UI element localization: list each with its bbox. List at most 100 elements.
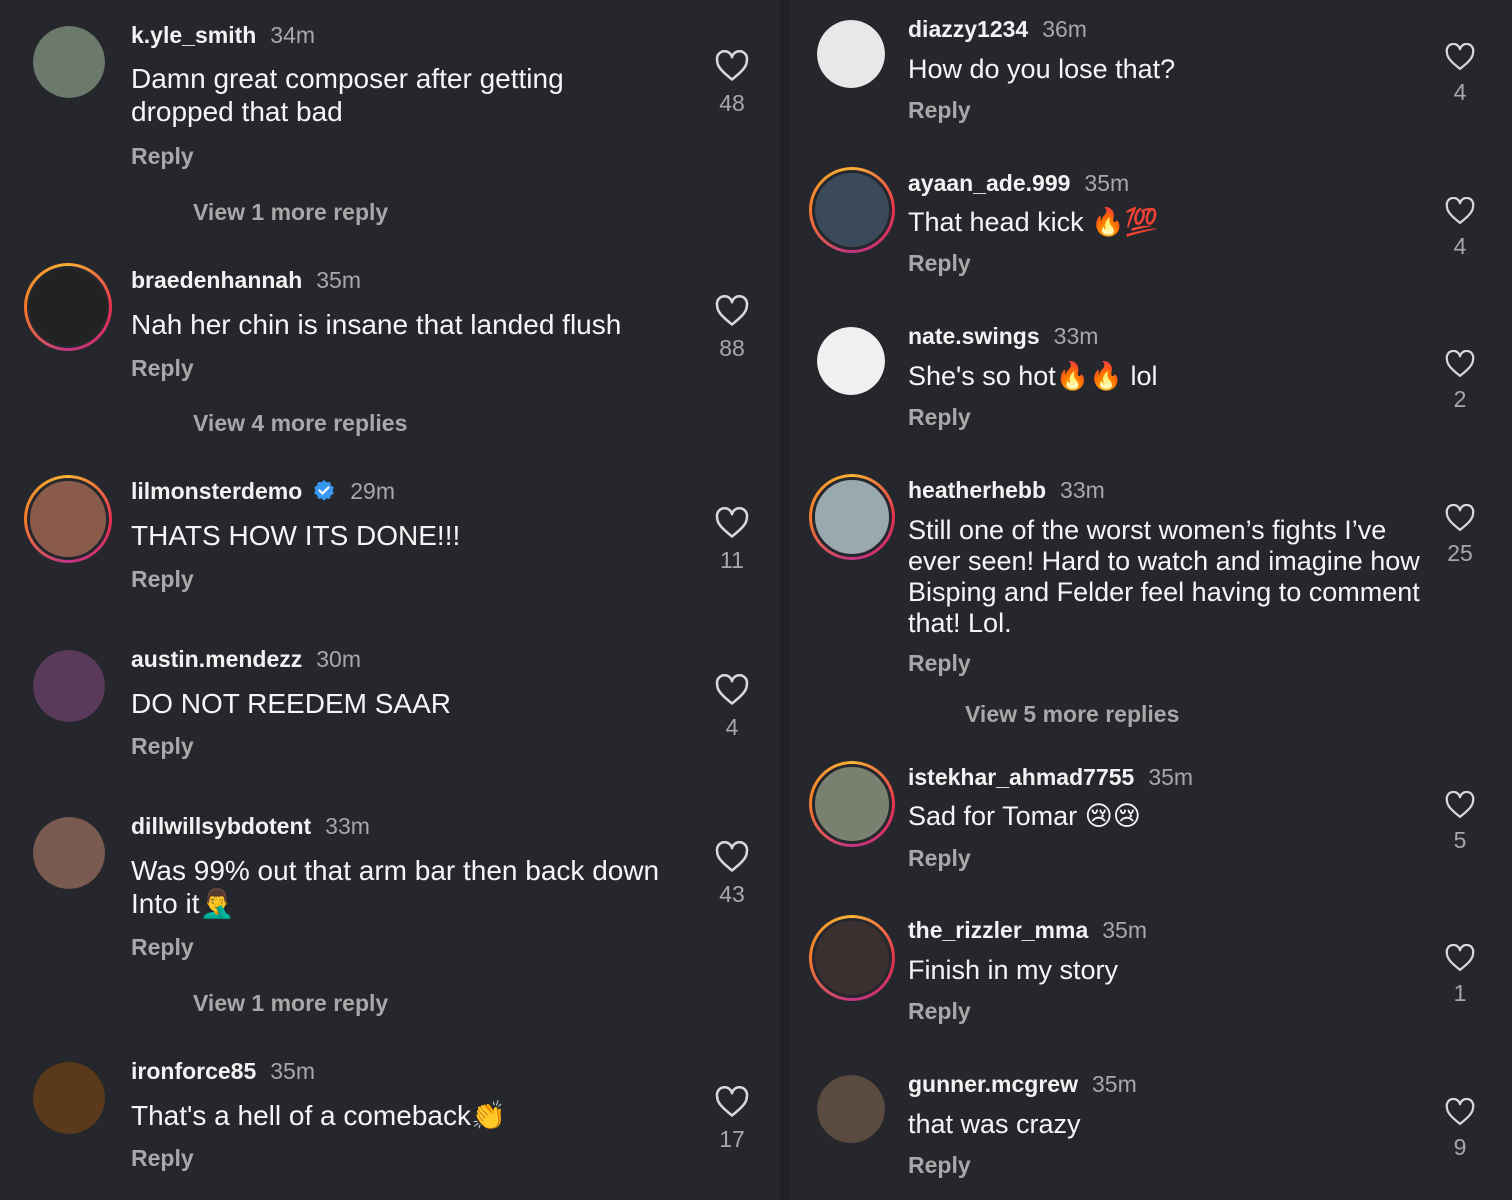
comment-text: THATS HOW ITS DONE!!! <box>131 520 461 551</box>
like-count: 4 <box>1453 79 1467 105</box>
comment-text: Damn great composer after getting droppe… <box>131 63 564 127</box>
username[interactable]: gunner.mcgrew <box>908 1071 1078 1097</box>
username[interactable]: austin.mendezz <box>131 646 302 672</box>
like-button[interactable]: 43 <box>702 841 762 908</box>
like-count: 5 <box>1453 827 1467 853</box>
like-button[interactable]: 25 <box>1430 504 1490 567</box>
comment-text-body: That's a hell of a comeback <box>131 1100 471 1131</box>
timestamp: 33m <box>1060 477 1105 503</box>
timestamp: 33m <box>1053 323 1099 349</box>
avatar[interactable] <box>33 26 105 98</box>
avatar[interactable] <box>24 475 112 563</box>
fire-hundred-emoji: 🔥💯 <box>1091 207 1159 238</box>
avatar-image <box>27 266 109 348</box>
avatar[interactable] <box>817 1075 885 1143</box>
like-button[interactable]: 11 <box>702 507 762 574</box>
username[interactable]: nate.swings <box>908 323 1040 349</box>
like-button[interactable]: 4 <box>1430 197 1490 260</box>
comment-text: Finish in my story <box>908 955 1119 985</box>
avatar-image <box>817 20 885 88</box>
avatar[interactable] <box>817 20 885 88</box>
comment-header: nate.swings 33m <box>908 323 1098 350</box>
heart-icon <box>715 295 749 326</box>
like-count: 4 <box>1453 233 1467 259</box>
timestamp: 35m <box>1091 1071 1137 1097</box>
comments-panel-right: diazzy1234 36m How do you lose that? Repl… <box>790 0 1512 1200</box>
comment-header: ironforce85 35m <box>131 1058 315 1085</box>
comment-header: dillwillsybdotent 33m <box>131 813 370 840</box>
username[interactable]: k.yle_smith <box>131 22 256 48</box>
comment-text: Was 99% out that arm bar then back down … <box>131 854 676 920</box>
avatar[interactable] <box>809 761 895 847</box>
username[interactable]: the_rizzler_mma <box>908 917 1088 943</box>
avatar-image <box>33 650 105 722</box>
avatar-image <box>812 477 892 557</box>
username[interactable]: ayaan_ade.999 <box>908 170 1070 196</box>
avatar[interactable] <box>809 474 895 560</box>
heart-icon <box>715 674 749 705</box>
avatar[interactable] <box>33 650 105 722</box>
heart-icon <box>715 50 749 81</box>
username[interactable]: heatherhebb <box>908 477 1046 503</box>
avatar[interactable] <box>33 817 105 889</box>
like-button[interactable]: 9 <box>1430 1098 1490 1161</box>
like-button[interactable]: 48 <box>702 50 762 117</box>
reply-button[interactable]: Reply <box>908 998 971 1025</box>
comment-text: DO NOT REEDEM SAAR <box>131 688 451 719</box>
clapping-emoji: 👏 <box>470 1099 506 1132</box>
avatar[interactable] <box>809 167 895 253</box>
avatar[interactable] <box>817 327 885 395</box>
reply-button[interactable]: Reply <box>131 355 194 382</box>
view-more-replies[interactable]: View 1 more reply <box>193 990 388 1017</box>
comment-header: k.yle_smith 34m <box>131 22 315 49</box>
like-button[interactable]: 1 <box>1430 944 1490 1007</box>
like-button[interactable]: 4 <box>1430 43 1490 106</box>
like-button[interactable]: 17 <box>702 1086 762 1153</box>
reply-button[interactable]: Reply <box>908 404 971 431</box>
username[interactable]: istekhar_ahmad7755 <box>908 764 1134 790</box>
comment-text: Sad for Tomar 😢😢 <box>908 801 1408 832</box>
comment-text: Still one of the worst women’s fights I’… <box>908 515 1420 638</box>
heart-icon <box>715 507 749 538</box>
username[interactable]: lilmonsterdemo <box>131 478 302 504</box>
like-count: 11 <box>720 547 744 573</box>
reply-button[interactable]: Reply <box>908 845 971 872</box>
username[interactable]: diazzy1234 <box>908 16 1028 42</box>
avatar[interactable] <box>809 915 895 1001</box>
timestamp: 35m <box>316 267 362 293</box>
avatar[interactable] <box>24 263 112 351</box>
timestamp: 35m <box>1148 764 1194 790</box>
comment-header: austin.mendezz 30m <box>131 646 361 673</box>
avatar-image <box>817 1075 885 1143</box>
reply-button[interactable]: Reply <box>131 733 194 760</box>
comment-text-body: Sad for Tomar <box>908 801 1078 831</box>
view-more-replies[interactable]: View 4 more replies <box>193 410 407 437</box>
view-more-replies[interactable]: View 5 more replies <box>965 701 1179 728</box>
reply-button[interactable]: Reply <box>131 934 194 961</box>
reply-button[interactable]: Reply <box>131 143 194 170</box>
like-count: 2 <box>1453 386 1467 412</box>
reply-button[interactable]: Reply <box>131 1145 194 1172</box>
username[interactable]: ironforce85 <box>131 1058 256 1084</box>
reply-button[interactable]: Reply <box>908 250 971 277</box>
view-more-replies[interactable]: View 1 more reply <box>193 199 388 226</box>
like-count: 4 <box>725 714 739 740</box>
comment-header: heatherhebb 33m <box>908 477 1105 504</box>
timestamp: 29m <box>350 478 396 504</box>
avatar-image <box>812 918 892 998</box>
reply-button[interactable]: Reply <box>908 97 971 124</box>
like-button[interactable]: 88 <box>702 295 762 362</box>
comment-text: Nah her chin is insane that landed flush <box>131 309 622 340</box>
timestamp: 36m <box>1042 16 1087 42</box>
heart-icon <box>1445 944 1475 971</box>
username[interactable]: braedenhannah <box>131 267 302 293</box>
like-button[interactable]: 5 <box>1430 791 1490 854</box>
heart-icon <box>1445 350 1475 377</box>
like-button[interactable]: 2 <box>1430 350 1490 413</box>
reply-button[interactable]: Reply <box>908 1152 971 1179</box>
username[interactable]: dillwillsybdotent <box>131 813 311 839</box>
avatar[interactable] <box>33 1062 105 1134</box>
like-button[interactable]: 4 <box>702 674 762 741</box>
reply-button[interactable]: Reply <box>908 650 971 677</box>
reply-button[interactable]: Reply <box>131 566 194 593</box>
